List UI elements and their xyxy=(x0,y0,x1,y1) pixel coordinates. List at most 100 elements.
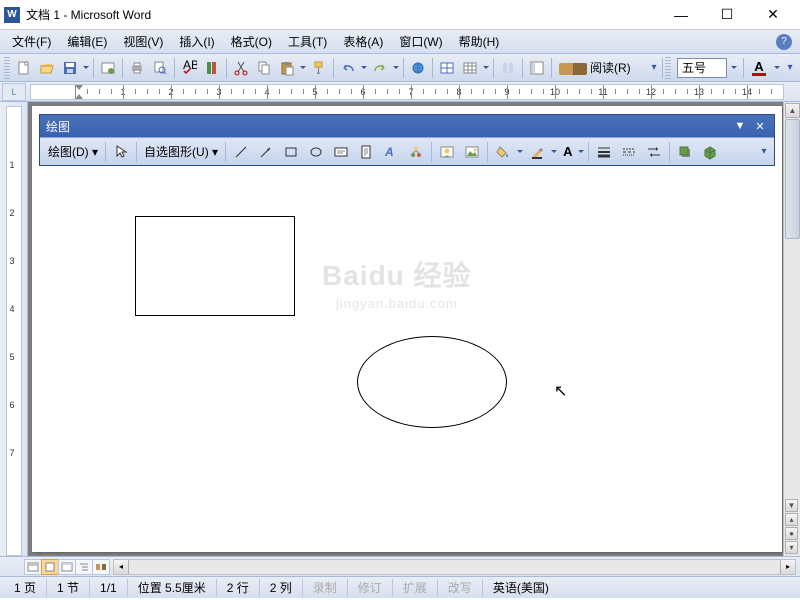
status-section[interactable]: 1 节 xyxy=(47,579,90,597)
toolbar-overflow-2[interactable]: ▾ xyxy=(784,57,796,79)
toolbar-handle[interactable] xyxy=(4,57,10,79)
oval-tool[interactable] xyxy=(304,141,328,163)
paste-dropdown[interactable] xyxy=(299,66,307,69)
new-button[interactable] xyxy=(13,57,35,79)
research-button[interactable] xyxy=(201,57,223,79)
line-tool[interactable] xyxy=(229,141,253,163)
font-color-button[interactable]: A xyxy=(748,58,770,78)
wordart-button[interactable]: A xyxy=(379,141,403,163)
vertical-textbox-tool[interactable] xyxy=(354,141,378,163)
select-objects-button[interactable] xyxy=(109,141,133,163)
permission-button[interactable] xyxy=(97,57,119,79)
read-button[interactable]: 阅读(R) xyxy=(555,59,635,76)
textbox-tool[interactable] xyxy=(329,141,353,163)
columns-button[interactable] xyxy=(497,57,519,79)
status-language[interactable]: 英语(美国) xyxy=(483,579,559,597)
open-button[interactable] xyxy=(36,57,58,79)
save-button[interactable] xyxy=(59,57,81,79)
drawing-toolbar-title[interactable]: 绘图 ▼ ✕ xyxy=(40,115,774,137)
print-preview-button[interactable] xyxy=(149,57,171,79)
arrow-style-button[interactable] xyxy=(642,141,666,163)
page[interactable]: 绘图 ▼ ✕ 绘图(D) ▾ 自选图形(U) ▾ xyxy=(32,106,782,552)
maximize-button[interactable]: ☐ xyxy=(704,0,750,30)
diagram-button[interactable] xyxy=(404,141,428,163)
doc-map-button[interactable] xyxy=(526,57,548,79)
vertical-ruler[interactable]: 1234567 xyxy=(6,106,22,556)
line-color-button[interactable] xyxy=(525,141,549,163)
spelling-button[interactable]: ABC xyxy=(178,57,200,79)
shadow-button[interactable] xyxy=(673,141,697,163)
copy-button[interactable] xyxy=(253,57,275,79)
table-dropdown[interactable] xyxy=(482,66,490,69)
outline-view-button[interactable] xyxy=(75,559,93,575)
scroll-left-button[interactable]: ◂ xyxy=(114,560,129,574)
status-page[interactable]: 1 页 xyxy=(4,579,47,597)
hyperlink-button[interactable] xyxy=(407,57,429,79)
reading-view-button[interactable] xyxy=(92,559,110,575)
status-ovr[interactable]: 改写 xyxy=(438,579,483,597)
font-color-drawing-dropdown[interactable] xyxy=(577,150,585,153)
scroll-up-button[interactable]: ▲ xyxy=(785,103,800,118)
next-page-button[interactable]: ▾ xyxy=(785,541,798,554)
line-style-button[interactable] xyxy=(592,141,616,163)
redo-button[interactable] xyxy=(369,57,391,79)
insert-table-button[interactable] xyxy=(459,57,481,79)
paste-button[interactable] xyxy=(276,57,298,79)
horizontal-scrollbar[interactable]: ◂ ▸ xyxy=(113,559,796,575)
undo-dropdown[interactable] xyxy=(360,66,368,69)
menu-table[interactable]: 表格(A) xyxy=(335,31,391,52)
status-ext[interactable]: 扩展 xyxy=(393,579,438,597)
ellipse-shape[interactable] xyxy=(357,336,507,428)
vertical-scrollbar[interactable]: ▲ ▼ ▴ ● ▾ xyxy=(783,102,800,556)
fill-color-button[interactable] xyxy=(491,141,515,163)
ruler-corner[interactable]: L xyxy=(2,83,26,101)
save-dropdown[interactable] xyxy=(82,66,90,69)
print-button[interactable] xyxy=(126,57,148,79)
menu-format[interactable]: 格式(O) xyxy=(223,31,280,52)
tables-borders-button[interactable] xyxy=(436,57,458,79)
scroll-right-button[interactable]: ▸ xyxy=(780,560,795,574)
font-size-dropdown[interactable] xyxy=(727,59,741,77)
status-trk[interactable]: 修订 xyxy=(348,579,393,597)
rectangle-tool[interactable] xyxy=(279,141,303,163)
drawing-overflow[interactable]: ▾ xyxy=(758,141,770,163)
arrow-tool[interactable] xyxy=(254,141,278,163)
picture-button[interactable] xyxy=(460,141,484,163)
prev-page-button[interactable]: ▴ xyxy=(785,513,798,526)
dash-style-button[interactable] xyxy=(617,141,641,163)
help-icon[interactable]: ? xyxy=(776,34,792,50)
menu-window[interactable]: 窗口(W) xyxy=(391,31,450,52)
undo-button[interactable] xyxy=(337,57,359,79)
drawing-options-icon[interactable]: ▼ xyxy=(732,118,748,134)
print-layout-view-button[interactable] xyxy=(41,559,59,575)
menu-insert[interactable]: 插入(I) xyxy=(171,31,222,52)
menu-view[interactable]: 视图(V) xyxy=(115,31,171,52)
toolbar-handle-2[interactable] xyxy=(665,57,671,79)
status-pages[interactable]: 1/1 xyxy=(90,579,128,597)
draw-menu-button[interactable]: 绘图(D) ▾ xyxy=(44,143,102,160)
minimize-button[interactable]: — xyxy=(658,0,704,30)
menu-help[interactable]: 帮助(H) xyxy=(451,31,508,52)
web-layout-view-button[interactable] xyxy=(58,559,76,575)
line-color-dropdown[interactable] xyxy=(550,150,558,153)
3d-button[interactable] xyxy=(698,141,722,163)
cut-button[interactable] xyxy=(230,57,252,79)
menu-edit[interactable]: 编辑(E) xyxy=(59,31,115,52)
clipart-button[interactable] xyxy=(435,141,459,163)
redo-dropdown[interactable] xyxy=(392,66,400,69)
fill-color-dropdown[interactable] xyxy=(516,150,524,153)
toolbar-overflow[interactable]: ▾ xyxy=(648,57,660,79)
status-line[interactable]: 2 行 xyxy=(217,579,260,597)
status-rec[interactable]: 录制 xyxy=(303,579,348,597)
browse-object-button[interactable]: ● xyxy=(785,527,798,540)
status-position[interactable]: 位置 5.5厘米 xyxy=(128,579,217,597)
scroll-thumb[interactable] xyxy=(785,119,800,239)
horizontal-ruler[interactable]: 123456789101112131415 xyxy=(30,84,784,100)
font-color-drawing[interactable]: A xyxy=(559,141,576,163)
close-button[interactable]: ✕ xyxy=(750,0,796,30)
menu-file[interactable]: 文件(F) xyxy=(4,31,59,52)
format-painter-button[interactable] xyxy=(308,57,330,79)
font-color-dropdown[interactable] xyxy=(770,59,784,77)
font-size-combo[interactable]: 五号 xyxy=(677,58,727,78)
menu-tools[interactable]: 工具(T) xyxy=(280,31,335,52)
